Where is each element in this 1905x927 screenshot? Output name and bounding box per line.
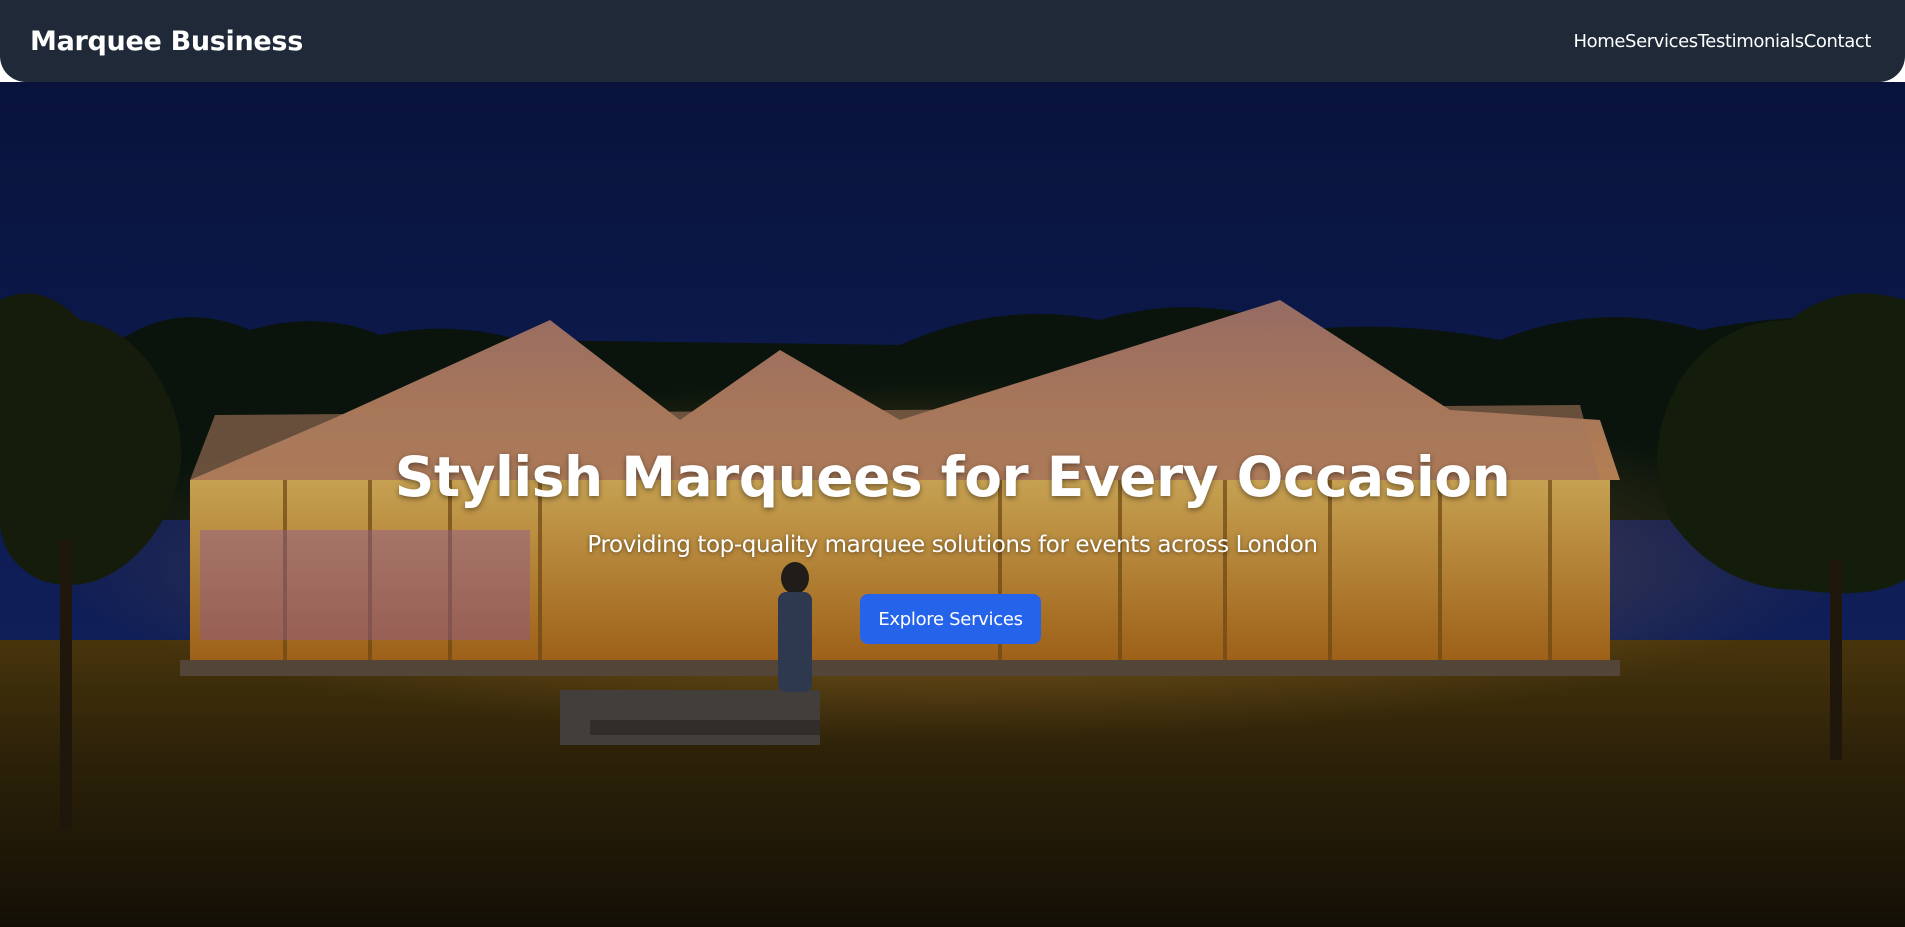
explore-services-button[interactable]: Explore Services bbox=[860, 594, 1041, 644]
navbar: Marquee Business Home Services Testimoni… bbox=[0, 0, 1905, 82]
nav-link-home[interactable]: Home bbox=[1573, 31, 1625, 52]
hero-section: Stylish Marquees for Every Occasion Prov… bbox=[0, 82, 1905, 927]
nav-link-services[interactable]: Services bbox=[1625, 31, 1698, 52]
nav-link-testimonials[interactable]: Testimonials bbox=[1698, 31, 1804, 52]
hero-title: Stylish Marquees for Every Occasion bbox=[394, 445, 1511, 509]
nav-links: Home Services Testimonials Contact bbox=[1573, 31, 1871, 52]
brand-logo-text[interactable]: Marquee Business bbox=[30, 26, 303, 57]
hero-content: Stylish Marquees for Every Occasion Prov… bbox=[0, 82, 1905, 927]
nav-link-contact[interactable]: Contact bbox=[1804, 31, 1872, 52]
hero-subtitle: Providing top-quality marquee solutions … bbox=[587, 532, 1318, 558]
